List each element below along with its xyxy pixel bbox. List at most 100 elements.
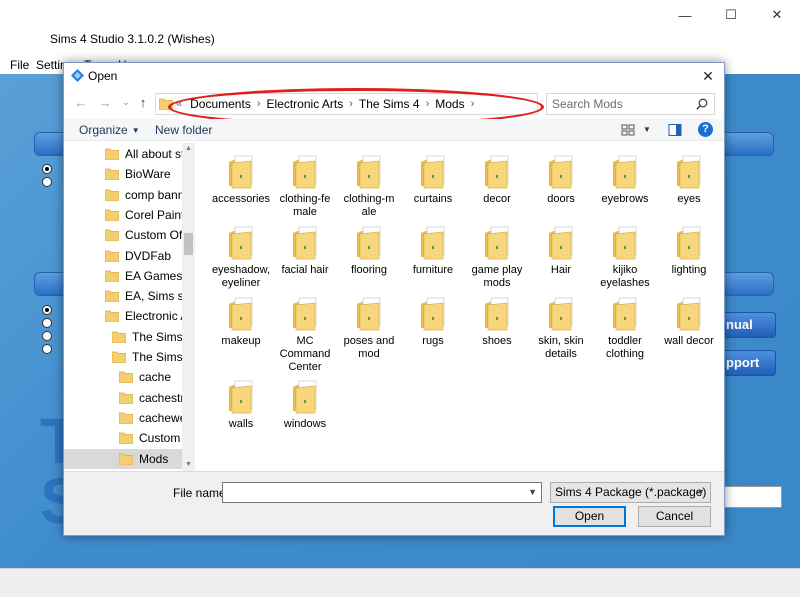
cancel-button[interactable]: Cancel bbox=[638, 506, 711, 527]
folder-item[interactable]: kijiko eyelashes bbox=[593, 226, 657, 290]
tree-item[interactable]: cachestr bbox=[64, 388, 182, 408]
app-radio[interactable] bbox=[42, 177, 52, 187]
navigation-scrollbar[interactable]: ▲ ▼ bbox=[182, 143, 195, 471]
breadcrumb-overflow[interactable]: « bbox=[176, 98, 182, 110]
address-bar[interactable]: « Documents › Electronic Arts › The Sims… bbox=[155, 93, 624, 115]
folder-item[interactable]: toddler clothing bbox=[593, 297, 657, 361]
folder-item[interactable]: MC Command Center bbox=[273, 297, 337, 374]
file-name-input[interactable] bbox=[223, 483, 513, 502]
breadcrumb-the-sims-4[interactable]: The Sims 4 bbox=[359, 97, 420, 111]
view-options-icon[interactable] bbox=[621, 123, 635, 137]
chevron-right-icon[interactable]: › bbox=[349, 98, 353, 110]
help-icon[interactable]: ? bbox=[698, 122, 713, 137]
folder-item[interactable]: shoes bbox=[465, 297, 529, 348]
open-button[interactable]: Open bbox=[553, 506, 626, 527]
folder-item[interactable]: eyebrows bbox=[593, 155, 657, 206]
folder-item[interactable]: accessories bbox=[209, 155, 273, 206]
scroll-down-icon[interactable]: ▼ bbox=[182, 459, 195, 471]
tree-item[interactable]: Custom M bbox=[64, 428, 182, 448]
minimize-button[interactable]: — bbox=[662, 0, 708, 30]
folder-label-line: eyebrows bbox=[601, 193, 649, 205]
folder-item[interactable]: walls bbox=[209, 380, 273, 431]
folder-item[interactable]: clothing-m ale bbox=[337, 155, 401, 219]
preview-pane-icon[interactable] bbox=[668, 123, 682, 137]
recent-locations-button[interactable]: ⌄ bbox=[118, 95, 134, 111]
tree-item[interactable]: cacheweb bbox=[64, 408, 182, 428]
tree-item[interactable]: Corel PaintSh bbox=[64, 205, 182, 225]
chevron-down-icon[interactable]: ▼ bbox=[528, 487, 537, 497]
folder-item[interactable]: facial hair bbox=[273, 226, 337, 277]
tree-item[interactable]: DVDFab bbox=[64, 246, 182, 266]
app-radio[interactable] bbox=[42, 305, 52, 315]
app-radio[interactable] bbox=[42, 164, 52, 174]
folder-item[interactable]: makeup bbox=[209, 297, 273, 348]
folder-item[interactable]: doors bbox=[529, 155, 593, 206]
tree-item[interactable]: comp banner bbox=[64, 185, 182, 205]
breadcrumb-documents[interactable]: Documents bbox=[190, 97, 251, 111]
app-textbox[interactable] bbox=[720, 486, 782, 508]
tree-item[interactable]: Electronic Art bbox=[64, 306, 182, 326]
folder-item[interactable]: lighting bbox=[657, 226, 721, 277]
file-type-value: Sims 4 Package (*.package) bbox=[555, 485, 707, 499]
app-radio[interactable] bbox=[42, 331, 52, 341]
search-icon[interactable] bbox=[696, 98, 708, 110]
chevron-right-icon[interactable]: › bbox=[471, 98, 475, 110]
folder-item[interactable]: Hair bbox=[529, 226, 593, 277]
app-radio[interactable] bbox=[42, 344, 52, 354]
folder-icon bbox=[105, 310, 119, 323]
breadcrumb-electronic-arts[interactable]: Electronic Arts bbox=[267, 97, 344, 111]
tree-item[interactable]: All about styl bbox=[64, 144, 182, 164]
folder-icon bbox=[421, 297, 445, 331]
chevron-right-icon[interactable]: › bbox=[257, 98, 261, 110]
back-button[interactable]: ← bbox=[73, 95, 89, 111]
tree-item[interactable]: EA Games bbox=[64, 266, 182, 286]
folder-item[interactable]: furniture bbox=[401, 226, 465, 277]
organize-button[interactable]: Organize ▼ bbox=[79, 123, 140, 137]
scroll-up-icon[interactable]: ▲ bbox=[182, 143, 195, 155]
folder-item-label: toddler clothing bbox=[589, 335, 661, 361]
close-icon[interactable]: ✕ bbox=[698, 66, 718, 86]
menu-file[interactable]: File bbox=[10, 58, 29, 72]
tree-item[interactable]: Custom Offic bbox=[64, 225, 182, 245]
folder-item[interactable]: poses and mod bbox=[337, 297, 401, 361]
folder-item[interactable]: windows bbox=[273, 380, 337, 431]
tree-item-label: BioWare bbox=[125, 167, 171, 182]
tree-item[interactable]: The Sims 4 bbox=[64, 347, 182, 367]
view-dropdown-icon[interactable]: ▼ bbox=[643, 125, 651, 134]
up-button[interactable]: ↑ bbox=[135, 95, 151, 111]
app-statusbar bbox=[0, 568, 800, 597]
folder-item[interactable]: decor bbox=[465, 155, 529, 206]
app-titlebar: Sims 4 Studio 3.1.0.2 (Wishes) — ☐ ✕ bbox=[0, 0, 800, 56]
folder-item[interactable]: clothing-fe male bbox=[273, 155, 337, 219]
app-radio[interactable] bbox=[42, 318, 52, 328]
folder-label-line: mods bbox=[483, 277, 511, 289]
search-input[interactable] bbox=[547, 94, 687, 114]
app-close-button[interactable]: ✕ bbox=[754, 0, 800, 30]
folder-item[interactable]: eyeshadow, eyeliner bbox=[209, 226, 273, 290]
tree-item[interactable]: BioWare bbox=[64, 164, 182, 184]
tree-item[interactable]: cache bbox=[64, 367, 182, 387]
folder-icon bbox=[229, 155, 253, 189]
folder-item[interactable]: curtains bbox=[401, 155, 465, 206]
folder-item[interactable]: eyes bbox=[657, 155, 721, 206]
folder-item[interactable]: flooring bbox=[337, 226, 401, 277]
folder-item[interactable]: rugs bbox=[401, 297, 465, 348]
new-folder-button[interactable]: New folder bbox=[155, 123, 212, 137]
scrollbar-thumb[interactable] bbox=[184, 233, 193, 255]
folder-label-line: MC bbox=[296, 335, 314, 347]
tree-item[interactable]: The Sims 3 bbox=[64, 327, 182, 347]
file-name-label: File name: bbox=[173, 486, 230, 500]
folder-label-line: rugs bbox=[422, 335, 444, 347]
chevron-right-icon[interactable]: › bbox=[426, 98, 430, 110]
folder-item[interactable]: skin, skin details bbox=[529, 297, 593, 361]
tree-item[interactable]: Mods bbox=[64, 448, 182, 469]
tree-item-label: DVDFab bbox=[125, 248, 172, 263]
folder-item[interactable]: wall decor bbox=[657, 297, 721, 348]
tree-item[interactable]: EA, Sims store bbox=[64, 286, 182, 306]
folder-label-line: doors bbox=[547, 193, 575, 205]
folder-item[interactable]: game play mods bbox=[465, 226, 529, 290]
file-type-select[interactable]: Sims 4 Package (*.package) ▼ bbox=[550, 482, 711, 503]
maximize-button[interactable]: ☐ bbox=[708, 0, 754, 30]
forward-button[interactable]: → bbox=[97, 95, 113, 111]
breadcrumb-mods[interactable]: Mods bbox=[435, 97, 464, 111]
